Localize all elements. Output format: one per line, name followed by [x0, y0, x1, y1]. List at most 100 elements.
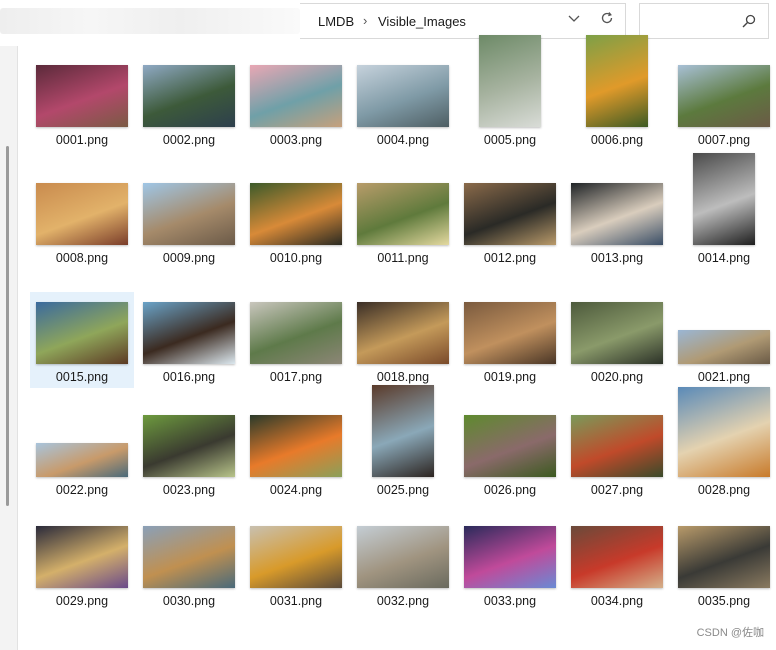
image-thumbnail[interactable]	[464, 302, 556, 364]
refresh-icon[interactable]	[600, 11, 614, 28]
file-item[interactable]: 0017.png	[244, 292, 348, 388]
address-bar[interactable]: LMDB › Visible_Images	[300, 3, 626, 39]
image-thumbnail[interactable]	[693, 153, 755, 245]
file-item[interactable]: 0028.png	[672, 387, 776, 501]
image-thumbnail[interactable]	[36, 526, 128, 588]
file-item[interactable]: 0033.png	[458, 516, 562, 612]
chevron-down-icon[interactable]	[568, 11, 580, 28]
address-toolbar: LMDB › Visible_Images	[0, 0, 776, 46]
navigation-pane[interactable]	[0, 46, 18, 650]
search-icon[interactable]	[742, 14, 756, 31]
file-item[interactable]: 0009.png	[137, 173, 241, 269]
image-thumbnail[interactable]	[36, 183, 128, 245]
file-name-label: 0015.png	[55, 370, 109, 384]
file-item[interactable]: 0011.png	[351, 173, 455, 269]
file-item[interactable]: 0002.png	[137, 55, 241, 151]
file-item[interactable]: 0006.png	[565, 35, 669, 151]
file-item[interactable]: 0026.png	[458, 405, 562, 501]
image-thumbnail[interactable]	[250, 415, 342, 477]
blurred-path-segment	[0, 8, 300, 34]
image-thumbnail[interactable]	[36, 302, 128, 364]
file-item[interactable]: 0013.png	[565, 173, 669, 269]
file-name-label: 0018.png	[376, 370, 430, 384]
image-thumbnail[interactable]	[143, 302, 235, 364]
file-name-label: 0024.png	[269, 483, 323, 497]
file-item[interactable]: 0021.png	[672, 292, 776, 388]
image-thumbnail[interactable]	[464, 183, 556, 245]
image-thumbnail[interactable]	[36, 443, 128, 477]
file-name-label: 0014.png	[697, 251, 751, 265]
file-item[interactable]: 0015.png	[30, 292, 134, 388]
file-name-label: 0006.png	[590, 133, 644, 147]
file-item[interactable]: 0030.png	[137, 516, 241, 612]
image-thumbnail[interactable]	[143, 415, 235, 477]
navigation-scrollbar[interactable]	[6, 146, 9, 506]
image-thumbnail[interactable]	[357, 302, 449, 364]
image-thumbnail[interactable]	[464, 415, 556, 477]
image-thumbnail[interactable]	[571, 183, 663, 245]
image-thumbnail[interactable]	[678, 330, 770, 364]
file-item[interactable]: 0035.png	[672, 516, 776, 612]
image-thumbnail[interactable]	[678, 65, 770, 127]
image-thumbnail[interactable]	[571, 415, 663, 477]
search-input[interactable]	[639, 3, 769, 39]
image-thumbnail[interactable]	[479, 35, 541, 127]
file-item[interactable]: 0010.png	[244, 173, 348, 269]
file-item[interactable]: 0034.png	[565, 516, 669, 612]
file-item[interactable]: 0022.png	[30, 405, 134, 501]
file-item[interactable]: 0005.png	[458, 35, 562, 151]
image-thumbnail[interactable]	[143, 526, 235, 588]
file-item[interactable]: 0032.png	[351, 516, 455, 612]
file-item[interactable]: 0018.png	[351, 292, 455, 388]
file-item[interactable]: 0012.png	[458, 173, 562, 269]
breadcrumb-lmdb[interactable]: LMDB	[318, 14, 354, 29]
file-name-label: 0017.png	[269, 370, 323, 384]
image-thumbnail[interactable]	[250, 302, 342, 364]
image-thumbnail[interactable]	[571, 526, 663, 588]
image-thumbnail[interactable]	[250, 183, 342, 245]
file-item[interactable]: 0008.png	[30, 173, 134, 269]
file-item[interactable]: 0014.png	[672, 153, 776, 269]
file-item[interactable]: 0029.png	[30, 516, 134, 612]
file-name-label: 0026.png	[483, 483, 537, 497]
watermark: CSDN @佐咖	[696, 627, 764, 639]
image-thumbnail[interactable]	[143, 183, 235, 245]
image-thumbnail[interactable]	[357, 65, 449, 127]
file-item[interactable]: 0019.png	[458, 292, 562, 388]
image-thumbnail[interactable]	[143, 65, 235, 127]
file-name-label: 0021.png	[697, 370, 751, 384]
file-item[interactable]: 0023.png	[137, 405, 241, 501]
image-thumbnail[interactable]	[678, 387, 770, 477]
file-name-label: 0027.png	[590, 483, 644, 497]
image-thumbnail[interactable]	[357, 526, 449, 588]
image-thumbnail[interactable]	[464, 526, 556, 588]
file-item[interactable]: 0020.png	[565, 292, 669, 388]
image-thumbnail[interactable]	[36, 65, 128, 127]
file-item[interactable]: 0003.png	[244, 55, 348, 151]
file-item[interactable]: 0016.png	[137, 292, 241, 388]
file-item[interactable]: 0024.png	[244, 405, 348, 501]
file-item[interactable]: 0031.png	[244, 516, 348, 612]
file-name-label: 0002.png	[162, 133, 216, 147]
image-thumbnail[interactable]	[678, 526, 770, 588]
file-name-label: 0005.png	[483, 133, 537, 147]
file-item[interactable]: 0007.png	[672, 55, 776, 151]
file-name-label: 0035.png	[697, 594, 751, 608]
image-thumbnail[interactable]	[571, 302, 663, 364]
file-item[interactable]: 0004.png	[351, 55, 455, 151]
image-thumbnail[interactable]	[357, 183, 449, 245]
file-name-label: 0010.png	[269, 251, 323, 265]
file-name-label: 0001.png	[55, 133, 109, 147]
file-name-label: 0023.png	[162, 483, 216, 497]
file-name-label: 0033.png	[483, 594, 537, 608]
file-item[interactable]: 0001.png	[30, 55, 134, 151]
image-thumbnail[interactable]	[250, 65, 342, 127]
file-item[interactable]: 0025.png	[351, 385, 455, 501]
image-thumbnail[interactable]	[372, 385, 434, 477]
file-name-label: 0011.png	[377, 251, 429, 265]
file-name-label: 0031.png	[269, 594, 323, 608]
file-item[interactable]: 0027.png	[565, 405, 669, 501]
breadcrumb-visible-images[interactable]: Visible_Images	[378, 14, 466, 29]
image-thumbnail[interactable]	[250, 526, 342, 588]
image-thumbnail[interactable]	[586, 35, 648, 127]
